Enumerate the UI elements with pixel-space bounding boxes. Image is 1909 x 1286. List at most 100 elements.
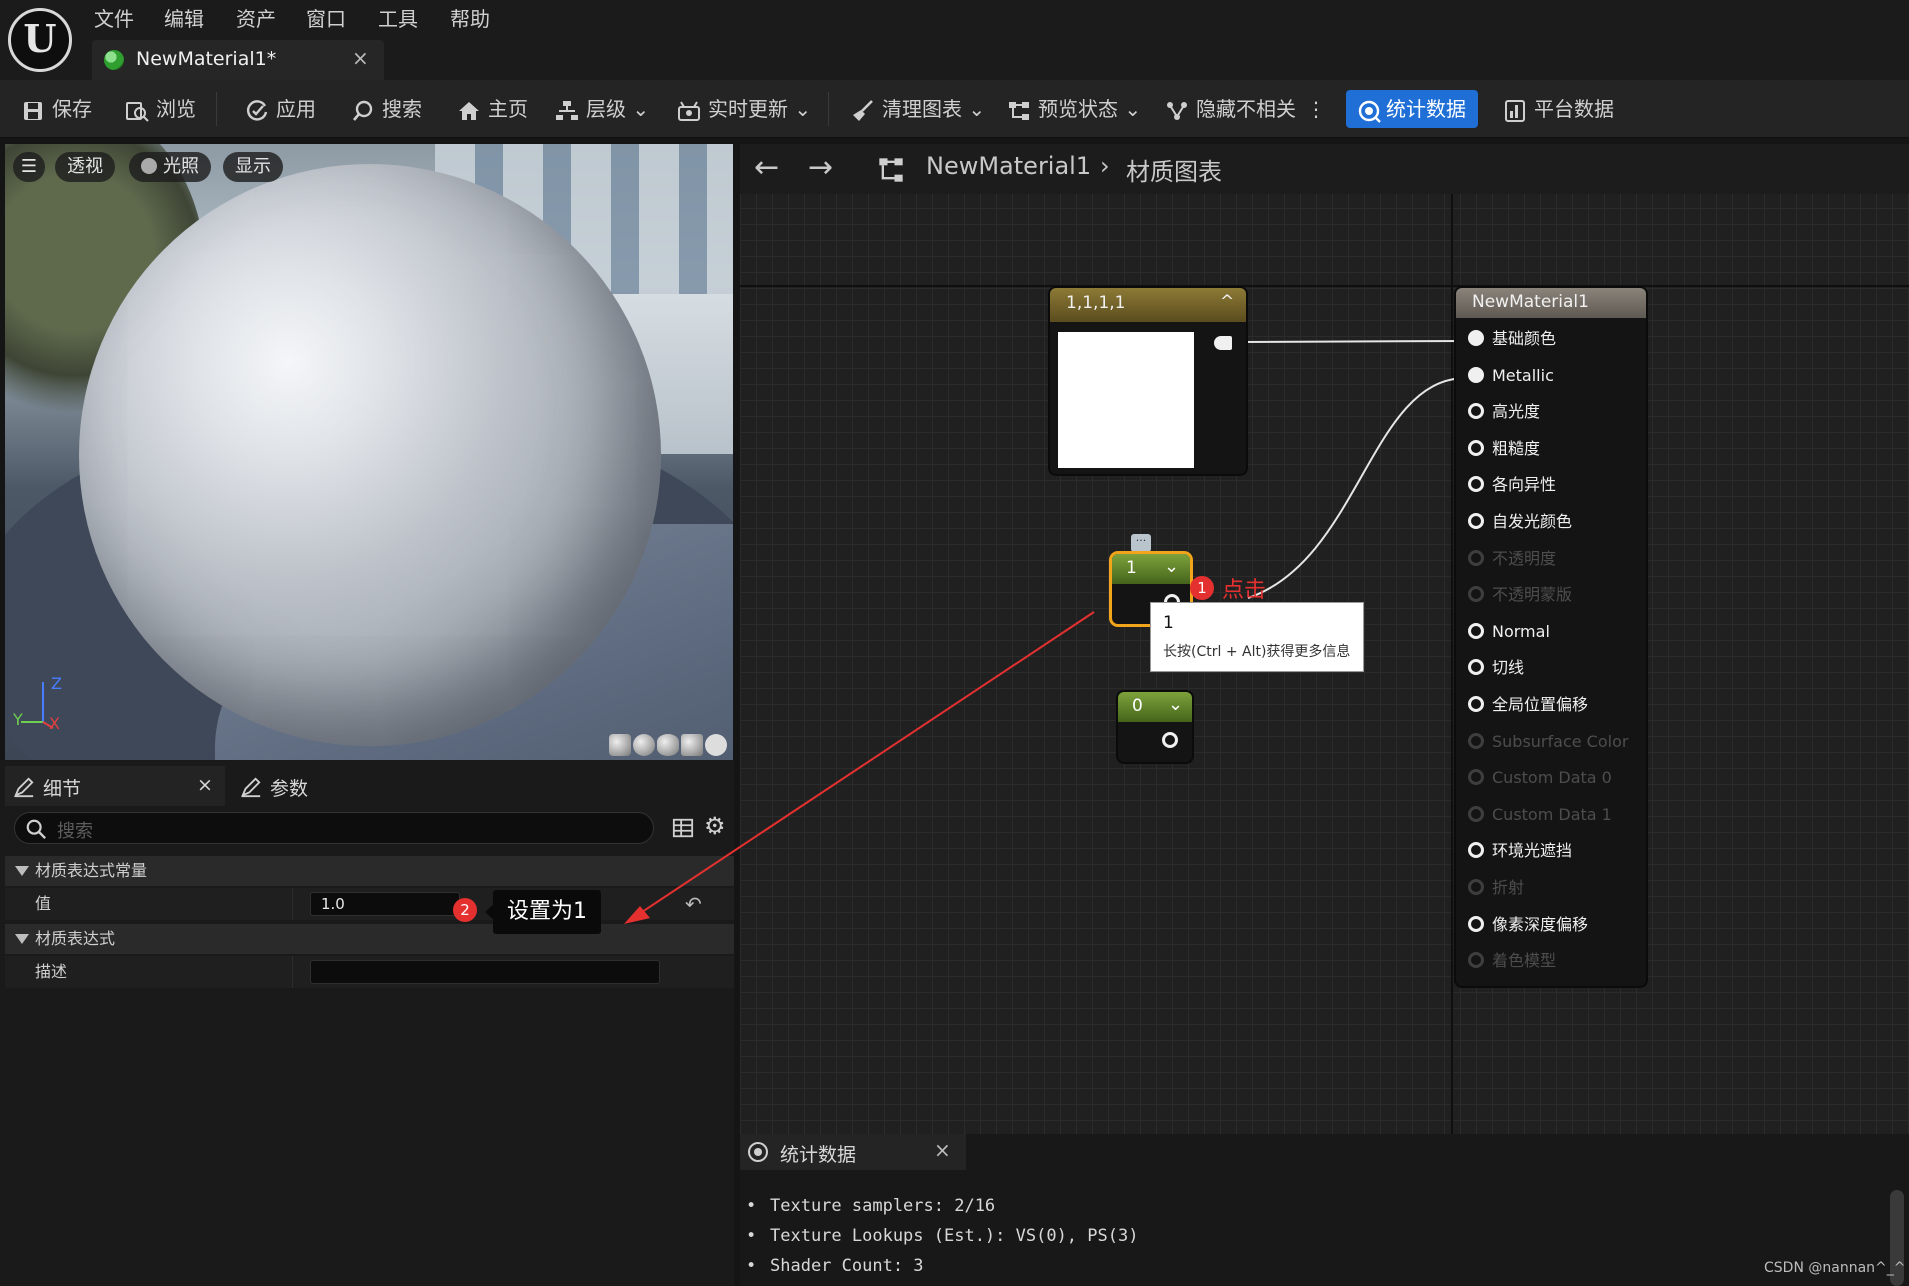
material-input-row[interactable]: 各向异性	[1468, 470, 1556, 500]
viewport-menu-icon[interactable]: ☰	[13, 152, 45, 182]
hierarchy-label: 层级	[586, 97, 626, 121]
material-input-row[interactable]: 环境光遮挡	[1468, 836, 1572, 866]
input-pin-icon[interactable]	[1468, 842, 1484, 859]
material-input-row[interactable]: 切线	[1468, 653, 1524, 683]
tab-parameters[interactable]: 参数	[232, 766, 382, 806]
input-pin-icon[interactable]	[1468, 659, 1484, 676]
home-button[interactable]: 主页	[456, 94, 528, 124]
constant-node-value: 0	[1132, 696, 1143, 716]
tab-stats[interactable]: 统计数据 ×	[740, 1134, 966, 1170]
menu-asset[interactable]: 资产	[236, 4, 276, 34]
input-pin-icon[interactable]	[1468, 513, 1484, 529]
stats-button[interactable]: 统计数据	[1346, 90, 1478, 128]
material-input-row[interactable]: 高光度	[1468, 397, 1540, 427]
lit-button[interactable]: 光照	[129, 152, 211, 182]
material-input-row[interactable]: 粗糙度	[1468, 434, 1540, 464]
document-tab-label: NewMaterial1*	[136, 48, 277, 70]
breadcrumb-root[interactable]: NewMaterial1	[926, 152, 1091, 180]
input-pin-icon[interactable]	[1468, 696, 1484, 712]
comment-bubble-icon[interactable]: ···	[1131, 534, 1151, 552]
platform-stats-button[interactable]: 平台数据	[1502, 94, 1614, 124]
unreal-logo-icon[interactable]: U	[8, 8, 72, 72]
material-result-node[interactable]: NewMaterial1 基础颜色 Metallic 高光度 粗糙度 各向异性 自发光颜色…	[1456, 288, 1646, 986]
graph-header: ← → NewMaterial1 › 材质图表	[740, 144, 1909, 194]
apply-button[interactable]: 应用	[244, 94, 316, 124]
close-tab-icon[interactable]: ×	[352, 46, 369, 70]
preview-cube-icon[interactable]	[681, 734, 703, 756]
gear-icon[interactable]: ⚙	[704, 812, 726, 840]
close-stats-icon[interactable]: ×	[934, 1138, 951, 1162]
browse-button[interactable]: 浏览	[124, 94, 196, 124]
material-input-label: 基础颜色	[1492, 329, 1557, 348]
vector-constant-node[interactable]: 1,1,1,1 ^	[1050, 288, 1246, 474]
section-material-expression-constant[interactable]: 材质表达式常量	[5, 856, 734, 886]
menu-tools[interactable]: 工具	[378, 4, 418, 34]
menu-edit[interactable]: 编辑	[164, 4, 204, 34]
close-details-icon[interactable]: ×	[197, 774, 213, 796]
lit-icon	[141, 158, 157, 174]
back-arrow-icon[interactable]: ←	[754, 150, 779, 185]
material-input-row[interactable]: 像素深度偏移	[1468, 910, 1588, 940]
hierarchy-button[interactable]: 层级 ⌄	[554, 94, 649, 124]
input-pin-icon[interactable]	[1468, 366, 1484, 383]
reset-to-default-icon[interactable]: ↶	[685, 888, 702, 920]
collapse-arrow-icon	[15, 866, 29, 876]
material-input-row[interactable]: Normal	[1468, 617, 1550, 647]
menu-window[interactable]: 窗口	[306, 4, 346, 34]
value-input[interactable]: 1.0	[310, 892, 460, 916]
output-pin-icon[interactable]	[1214, 336, 1232, 350]
stats-icon	[1358, 100, 1381, 123]
hide-unrelated-button[interactable]: 隐藏不相关	[1164, 94, 1296, 124]
material-input-row[interactable]: 全局位置偏移	[1468, 690, 1588, 720]
menu-help[interactable]: 帮助	[450, 4, 490, 34]
input-pin-icon	[1468, 879, 1484, 895]
chevron-down-icon[interactable]: ⌄	[1168, 694, 1183, 715]
table-view-icon[interactable]	[672, 817, 694, 839]
material-input-row: Custom Data 0	[1468, 763, 1612, 793]
menu-file[interactable]: 文件	[94, 4, 134, 34]
output-pin-icon[interactable]	[1162, 732, 1178, 748]
preview-plane-icon[interactable]	[657, 734, 679, 756]
material-input-row[interactable]: Metallic	[1468, 361, 1554, 391]
preview-sphere-icon[interactable]	[633, 734, 655, 756]
input-pin-icon[interactable]	[1468, 915, 1484, 932]
input-pin-icon[interactable]	[1468, 330, 1484, 346]
platform-stats-label: 平台数据	[1534, 97, 1614, 121]
browse-icon	[126, 101, 149, 122]
material-input-row[interactable]: 自发光颜色	[1468, 507, 1572, 537]
save-button[interactable]: 保存	[20, 94, 92, 124]
details-search-input[interactable]: 搜索	[14, 812, 654, 844]
forward-arrow-icon[interactable]: →	[808, 150, 833, 185]
preview-cylinder-icon[interactable]	[609, 734, 631, 756]
input-pin-icon[interactable]	[1468, 476, 1484, 493]
title-bar: U 文件 编辑 资产 窗口 工具 帮助 NewMaterial1* ×	[0, 0, 1909, 80]
input-pin-icon	[1468, 805, 1484, 822]
preview-mesh-icon[interactable]	[705, 734, 727, 756]
description-input[interactable]	[310, 960, 660, 984]
perspective-button[interactable]: 透视	[55, 152, 115, 182]
live-update-button[interactable]: 实时更新 ⌄	[676, 94, 811, 124]
tab-details[interactable]: 细节 ×	[5, 766, 225, 806]
preview-viewport[interactable]: ☰ 透视 光照 显示 Z Y X	[5, 144, 733, 760]
chevron-down-icon[interactable]: ⌄	[1164, 556, 1179, 577]
section-material-expression[interactable]: 材质表达式	[5, 924, 734, 954]
more-options-icon[interactable]: ⋮	[1306, 94, 1326, 124]
material-input-label: 折射	[1492, 878, 1525, 897]
preview-state-button[interactable]: 预览状态 ⌄	[1006, 94, 1141, 124]
input-pin-icon[interactable]	[1468, 439, 1484, 456]
document-tab[interactable]: NewMaterial1* ×	[92, 40, 384, 80]
stats-line: Texture Lookups (Est.): VS(0), PS(3)	[746, 1226, 1138, 1246]
search-button[interactable]: 搜索	[350, 94, 422, 124]
input-pin-icon[interactable]	[1468, 403, 1484, 420]
material-input-row[interactable]: 基础颜色	[1468, 324, 1556, 354]
broom-icon	[853, 99, 873, 121]
home-label: 主页	[488, 97, 528, 121]
show-button[interactable]: 显示	[223, 152, 283, 182]
input-pin-icon[interactable]	[1468, 622, 1484, 639]
apply-icon	[246, 99, 268, 121]
collapse-node-icon[interactable]: ^	[1220, 292, 1234, 312]
step-2-badge: 2	[453, 898, 477, 922]
clean-graph-button[interactable]: 清理图表 ⌄	[850, 94, 985, 124]
constant-node-0[interactable]: 0 ⌄	[1118, 692, 1192, 762]
vector-node-title: 1,1,1,1	[1066, 293, 1126, 313]
